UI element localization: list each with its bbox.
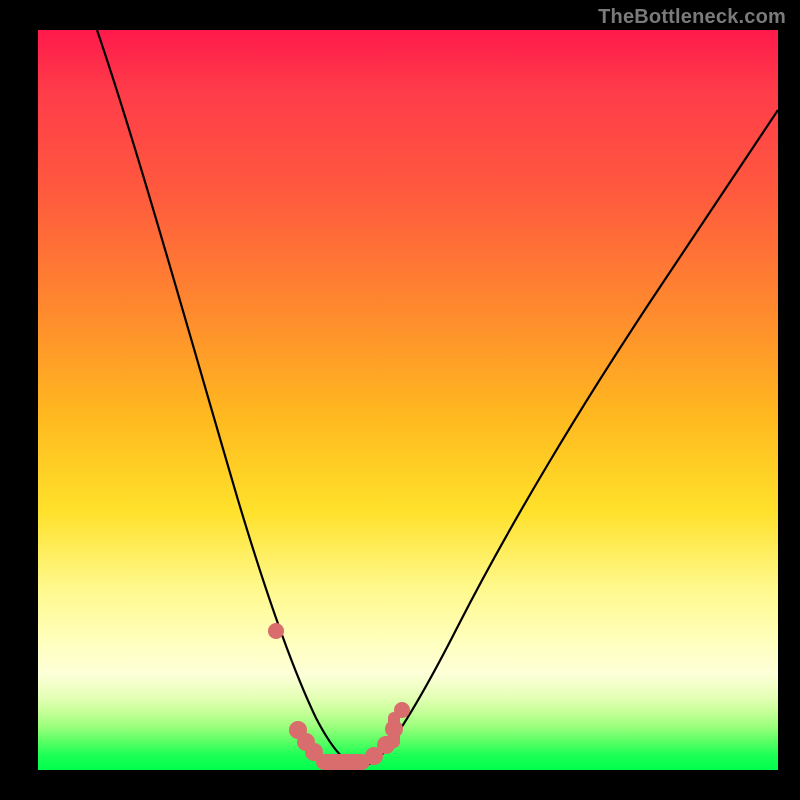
bottleneck-curve bbox=[97, 30, 778, 766]
curve-marker-bar bbox=[316, 754, 370, 770]
curve-marker bbox=[268, 623, 284, 639]
curve-marker-smear bbox=[388, 712, 400, 748]
curve-svg bbox=[38, 30, 778, 770]
plot-area bbox=[38, 30, 778, 770]
chart-frame: TheBottleneck.com bbox=[0, 0, 800, 800]
watermark-label: TheBottleneck.com bbox=[598, 6, 786, 29]
